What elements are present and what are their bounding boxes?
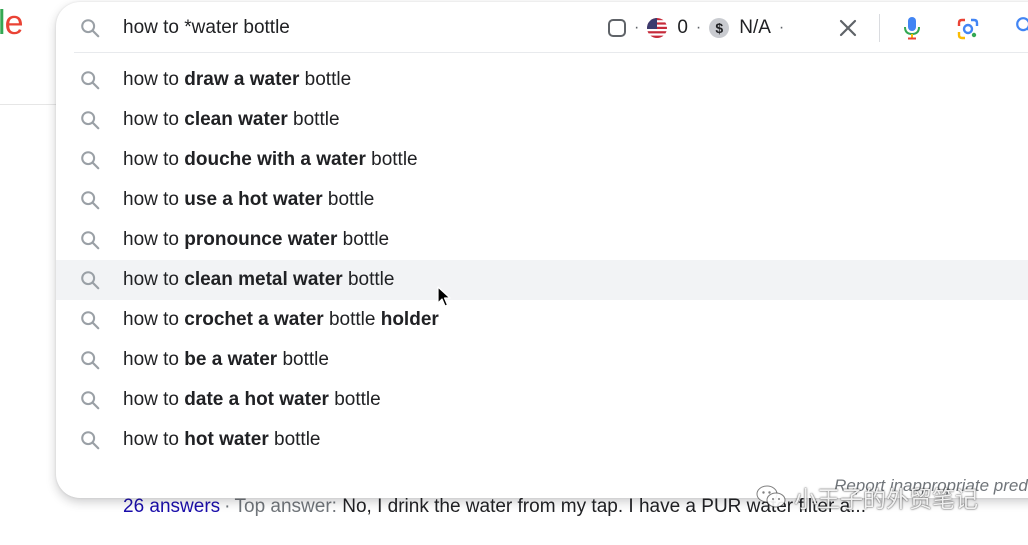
suggestion-prefix: how to	[123, 109, 185, 130]
suggestion-prefix: how to	[123, 269, 185, 290]
search-icon	[81, 191, 100, 210]
toolbar-divider	[879, 14, 880, 42]
suggestion-text: how to clean water bottle	[123, 109, 340, 131]
suggestion-bold: clean metal water	[184, 269, 343, 290]
suggestion-prefix: how to	[123, 149, 185, 170]
suggestion-item[interactable]: how to hot water bottle	[56, 420, 1028, 460]
suggestion-bold: crochet a water	[184, 309, 324, 330]
suggestion-bold: pronounce water	[184, 229, 338, 250]
wechat-icon	[756, 485, 786, 508]
search-icon	[81, 151, 100, 170]
google-logo-fragment[interactable]: le	[0, 4, 24, 42]
suggestion-text: how to crochet a water bottle holder	[123, 309, 439, 331]
suggestion-suffix: bottle	[277, 349, 329, 370]
suggestion-item[interactable]: how to date a hot water bottle	[56, 380, 1028, 420]
suggestion-text: how to hot water bottle	[123, 429, 320, 451]
suggestion-bold: date a hot water	[184, 389, 329, 410]
search-icon	[81, 111, 100, 130]
suggestion-bold: use a hot water	[184, 189, 323, 210]
suggestion-prefix: how to	[123, 349, 185, 370]
suggestion-item[interactable]: how to douche with a water bottle	[56, 140, 1028, 180]
google-lens-icon[interactable]	[956, 17, 980, 41]
search-input[interactable]	[123, 14, 603, 42]
suggestion-item[interactable]: how to draw a water bottle	[56, 60, 1028, 100]
suggestion-item[interactable]: how to clean water bottle	[56, 100, 1028, 140]
search-suggestion-panel: · 0 · $ N/A ·	[56, 2, 1028, 498]
suggestion-item[interactable]: how to be a water bottle	[56, 340, 1028, 380]
watermark-text: 小王子的外贸笔记	[794, 486, 978, 512]
suggestion-suffix: bottle	[268, 429, 321, 450]
suggestion-prefix: how to	[123, 389, 185, 410]
clear-icon[interactable]	[839, 19, 857, 37]
suggestion-suffix: bottle	[287, 109, 340, 130]
search-divider	[74, 52, 1028, 53]
suggestion-list: how to draw a water bottle how to clean w…	[56, 60, 1028, 460]
search-icon	[81, 71, 100, 90]
answers-separator: ·	[224, 496, 231, 517]
suggestion-suffix: bottle	[328, 389, 381, 410]
suggestion-item[interactable]: how to clean metal water bottle	[56, 260, 1028, 300]
answers-count-link[interactable]: 26 answers	[123, 496, 220, 517]
extension-metrics: · 0 · $ N/A ·	[608, 16, 792, 40]
search-icon	[81, 391, 100, 410]
suggestion-bold: be a water	[184, 349, 278, 370]
suggestion-item[interactable]: how to pronounce water bottle	[56, 220, 1028, 260]
suggestion-suffix: bottle	[299, 69, 352, 90]
suggestion-text: how to be a water bottle	[123, 349, 329, 371]
suggestion-prefix: how to	[123, 189, 185, 210]
suggestion-item[interactable]: how to crochet a water bottle holder	[56, 300, 1028, 340]
suggestion-suffix: bottle	[322, 189, 375, 210]
header-divider	[0, 104, 58, 105]
suggestion-text: how to clean metal water bottle	[123, 269, 394, 291]
microphone-icon[interactable]	[902, 16, 922, 40]
suggestion-prefix: how to	[123, 69, 185, 90]
suggestion-suffix: bottle	[342, 269, 395, 290]
suggestion-suffix: bottle	[365, 149, 418, 170]
separator-dot: ·	[634, 19, 640, 36]
suggestion-item[interactable]: how to use a hot water bottle	[56, 180, 1028, 220]
mouse-cursor-icon	[437, 286, 451, 307]
suggestion-text: how to date a hot water bottle	[123, 389, 381, 411]
search-icon	[81, 19, 100, 38]
search-icon	[81, 231, 100, 250]
suggestion-bold: hot water	[184, 429, 269, 450]
suggestion-text: how to pronounce water bottle	[123, 229, 389, 251]
result-answers-line: 26 answers · Top answer: No, I drink the w…	[123, 496, 866, 518]
suggestion-text: how to use a hot water bottle	[123, 189, 374, 211]
separator-dot: ·	[778, 19, 785, 36]
suggestion-bold-extra: holder	[380, 309, 439, 330]
suggestion-prefix: how to	[123, 309, 185, 330]
suggestion-bold: clean water	[184, 109, 288, 130]
top-answer-label: Top answer:	[234, 496, 337, 517]
search-button-icon[interactable]	[1014, 15, 1028, 37]
dollar-icon: $	[709, 18, 730, 38]
suggestion-suffix: bottle	[337, 229, 390, 250]
search-icon	[81, 311, 100, 330]
separator-dot: ·	[695, 19, 702, 36]
suggestion-prefix: how to	[123, 229, 185, 250]
search-icon	[81, 431, 100, 450]
suggestion-text: how to draw a water bottle	[123, 69, 351, 91]
logo-letter-e: e	[4, 4, 24, 42]
extension-checkbox[interactable]	[608, 19, 626, 37]
suggestion-text: how to douche with a water bottle	[123, 149, 418, 171]
suggestion-bold: douche with a water	[184, 149, 366, 170]
us-flag-icon	[647, 18, 668, 38]
suggestion-suffix: bottle	[323, 309, 381, 330]
search-bar: · 0 · $ N/A ·	[56, 2, 1028, 53]
watermark: 小王子的外贸笔记	[756, 480, 978, 514]
extension-value: N/A	[739, 17, 771, 38]
extension-count: 0	[677, 17, 688, 38]
suggestion-prefix: how to	[123, 429, 185, 450]
suggestion-bold: draw a water	[184, 69, 300, 90]
search-icon	[81, 351, 100, 370]
search-icon	[81, 271, 100, 290]
